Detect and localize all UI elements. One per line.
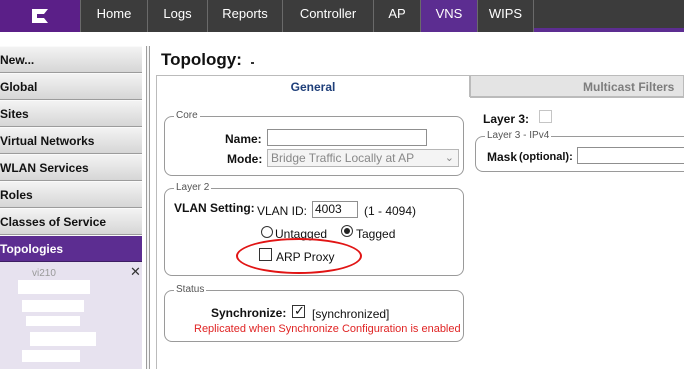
sidebar-item-virtual-networks[interactable]: Virtual Networks xyxy=(0,127,142,154)
sidebar-item-new[interactable]: New... xyxy=(0,46,142,73)
sidebar-item-wlan-services[interactable]: WLAN Services xyxy=(0,154,142,181)
mask-label: Mask xyxy=(487,150,518,164)
redacted-title xyxy=(251,62,254,64)
mode-label: Mode: xyxy=(227,152,263,166)
redacted-item xyxy=(26,316,80,326)
nav-tab-wips[interactable]: WIPS xyxy=(477,0,534,32)
page-title: Topology: xyxy=(161,50,242,69)
tagged-radio[interactable] xyxy=(341,225,353,237)
synchronize-label: Synchronize: xyxy=(211,306,287,320)
redacted-name xyxy=(334,131,368,144)
chevron-down-icon: ⌄ xyxy=(444,152,454,164)
redacted-item xyxy=(18,280,90,294)
checkmark-icon: ✓ xyxy=(294,303,305,318)
tagged-label: Tagged xyxy=(356,227,396,241)
untagged-radio[interactable] xyxy=(261,226,273,238)
core-section xyxy=(164,116,464,176)
nav-tab-vns[interactable]: VNS xyxy=(420,0,477,32)
mode-select[interactable]: Bridge Traffic Locally at AP ⌄ xyxy=(267,149,459,167)
sidebar-splitter[interactable] xyxy=(146,46,150,369)
panel-border xyxy=(156,97,157,369)
synchronize-state: [synchronized] xyxy=(312,307,390,321)
redacted-item xyxy=(22,350,80,362)
highlight-ellipse xyxy=(236,238,362,274)
vlan-range-hint: (1 - 4094) xyxy=(364,204,417,218)
tab-general[interactable]: General xyxy=(156,75,470,97)
mask-field[interactable] xyxy=(577,147,684,164)
layer2-legend: Layer 2 xyxy=(174,182,212,193)
nav-tab-reports[interactable]: Reports xyxy=(207,0,282,32)
redacted-name xyxy=(272,131,306,144)
panel-border xyxy=(470,97,684,98)
redacted-item xyxy=(22,300,84,312)
topology-list: vi210 ✕ xyxy=(0,262,142,369)
sidebar-item-global[interactable]: Global xyxy=(0,73,142,100)
nav-tab-home[interactable]: Home xyxy=(80,0,147,32)
sidebar-item-roles[interactable]: Roles xyxy=(0,181,142,208)
nav-tab-controller[interactable]: Controller xyxy=(282,0,373,32)
layer3-label: Layer 3: xyxy=(483,112,530,126)
name-label: Name: xyxy=(225,132,262,146)
extreme-logo-icon[interactable] xyxy=(0,0,80,32)
sidebar-close-icon[interactable]: ✕ xyxy=(130,264,141,280)
top-nav-bar: Home Logs Reports Controller AP VNS WIPS xyxy=(0,0,684,32)
sidebar-item-topologies[interactable]: Topologies xyxy=(0,235,142,262)
core-legend: Core xyxy=(174,110,200,121)
sidebar-item-classes-of-service[interactable]: Classes of Service xyxy=(0,208,142,235)
vlan-id-label: VLAN ID: xyxy=(257,204,308,218)
vlan-setting-label: VLAN Setting: xyxy=(174,201,255,215)
mask-optional-hint: (optional): xyxy=(519,151,573,163)
layer3-ipv4-legend: Layer 3 - IPv4 xyxy=(485,130,552,141)
mode-value: Bridge Traffic Locally at AP xyxy=(271,151,415,165)
sidebar: New... Global Sites Virtual Networks WLA… xyxy=(0,46,142,369)
status-legend: Status xyxy=(174,284,207,295)
topology-list-item[interactable]: vi210 xyxy=(32,268,56,279)
tab-multicast-filters[interactable]: Multicast Filters xyxy=(470,75,684,97)
synchronize-checkbox[interactable]: ✓ xyxy=(292,303,305,318)
vlan-id-field[interactable]: 4003 xyxy=(312,201,358,218)
nav-tab-logs[interactable]: Logs xyxy=(147,0,207,32)
nav-tab-ap[interactable]: AP xyxy=(373,0,420,32)
redacted-item xyxy=(30,332,96,346)
layer3-checkbox[interactable] xyxy=(539,110,552,123)
sync-note: Replicated when Synchronize Configuratio… xyxy=(194,323,461,335)
sidebar-item-sites[interactable]: Sites xyxy=(0,100,142,127)
